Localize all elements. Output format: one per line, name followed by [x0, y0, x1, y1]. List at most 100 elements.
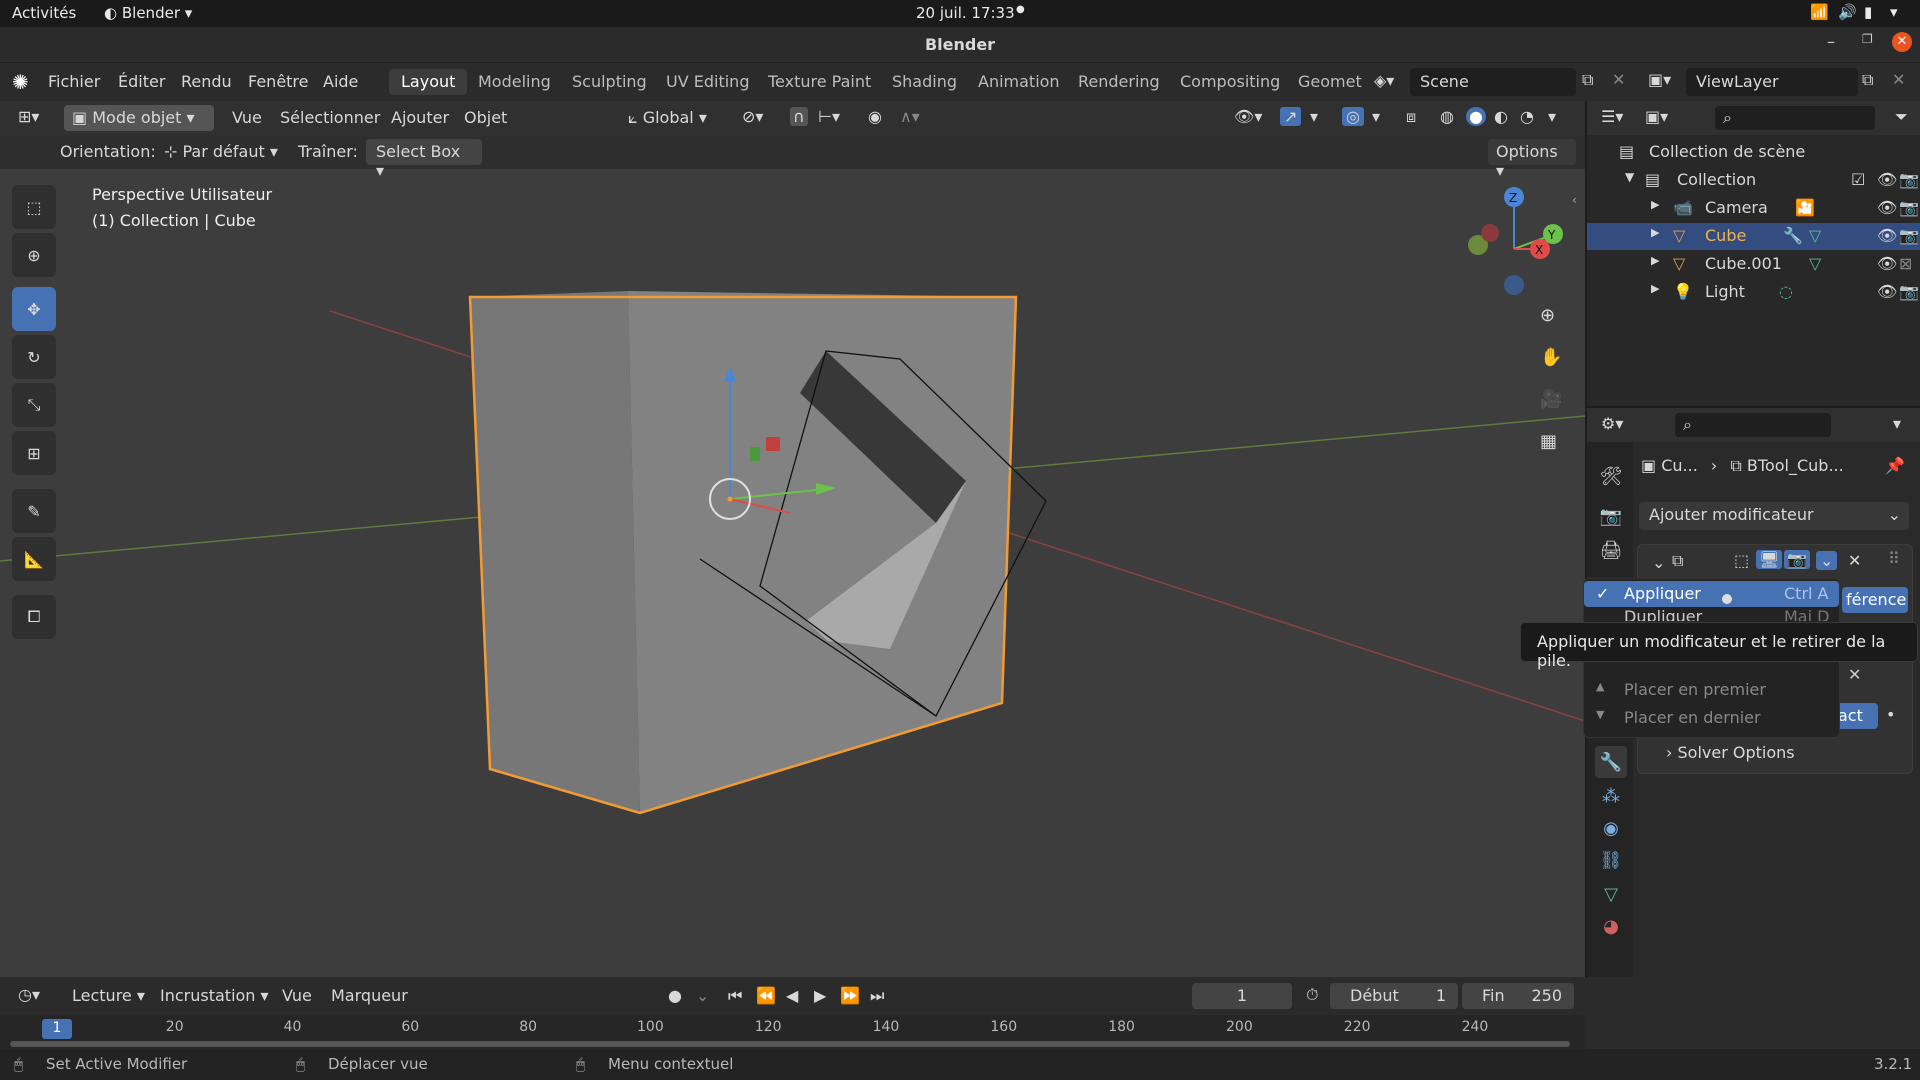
outliner-item-light[interactable]: ▶ 💡 Light ◌ 👁 📷 [1587, 279, 1920, 306]
tab-data[interactable]: ▽ [1595, 878, 1627, 910]
camera-data-icon[interactable]: 🎦 [1795, 198, 1815, 217]
activities-button[interactable]: Activités [12, 4, 76, 22]
expand-arrow-icon[interactable]: ▶ [1651, 254, 1659, 267]
play-reverse-icon[interactable]: ◀ [786, 986, 798, 1005]
eye-icon[interactable]: 👁 [1877, 254, 1897, 273]
ortho-grid-icon[interactable]: ▦ [1540, 431, 1557, 452]
timeline-editor-icon[interactable]: ◷▾ [18, 985, 40, 1004]
render-toggle-icon[interactable]: 📷 [1784, 550, 1810, 569]
tab-material[interactable]: ◕ [1595, 910, 1627, 942]
minimize-icon[interactable]: – [1827, 32, 1835, 51]
menu-item-duplicate[interactable]: Dupliquer Maj D [1584, 607, 1839, 621]
scene-field[interactable]: Scene [1410, 68, 1576, 96]
eye-icon[interactable]: 👁 [1877, 198, 1897, 217]
exclude-checkbox[interactable]: ☑ [1851, 170, 1865, 189]
clock[interactable]: 20 juil. 17:33 [916, 4, 1015, 22]
mesh-data-icon[interactable]: ▽ [1809, 254, 1821, 273]
menu-timeline-vue[interactable]: Vue [282, 986, 312, 1005]
view-layer-field[interactable]: ViewLayer [1686, 68, 1858, 96]
add-modifier-dropdown[interactable]: Ajouter modificateur ⌄ [1639, 502, 1909, 530]
app-menu[interactable]: ◐ Blender ▾ [104, 4, 192, 22]
scene-icon[interactable]: ◈▾ [1374, 71, 1394, 90]
playhead[interactable]: 1 [42, 1019, 72, 1039]
system-menu-icon[interactable]: ▾ [1890, 3, 1898, 21]
blender-logo-icon[interactable]: ✺ [12, 70, 29, 94]
render-camera-icon[interactable]: 📷 [1899, 282, 1919, 301]
tab-sculpting[interactable]: Sculpting [560, 69, 659, 95]
volume-icon[interactable]: 🔊 [1838, 3, 1857, 21]
display-mode-icon[interactable]: ▣▾ [1645, 107, 1668, 126]
menu-rendu[interactable]: Rendu [181, 72, 232, 91]
collapse-arrow-icon[interactable]: ▼ [1625, 170, 1634, 184]
select-box-tool[interactable]: ⬚ [12, 185, 56, 229]
remove-modifier-icon[interactable]: ✕ [1848, 551, 1861, 570]
outliner-item-cube[interactable]: ▶ ▽ Cube 🔧 ▽ 👁 📷 [1587, 223, 1920, 250]
tab-modifiers[interactable]: 🔧 [1595, 746, 1627, 778]
tab-shading[interactable]: Shading [880, 69, 969, 95]
tab-physics[interactable]: ◉ [1595, 812, 1627, 844]
menu-editer[interactable]: Éditer [118, 72, 165, 91]
properties-options-icon[interactable]: ▾ [1893, 414, 1901, 433]
end-frame-field[interactable]: Fin 250 [1462, 983, 1574, 1009]
tab-particles[interactable]: ⁂ [1595, 780, 1627, 812]
rotate-tool[interactable]: ↻ [12, 335, 56, 379]
menu-fenetre[interactable]: Fenêtre [248, 72, 309, 91]
tab-layout[interactable]: Layout [389, 69, 468, 95]
start-frame-field[interactable]: Début 1 [1330, 983, 1458, 1009]
tab-tool[interactable]: 🛠 [1595, 460, 1627, 492]
prev-keyframe-icon[interactable]: ⏪ [756, 986, 776, 1005]
drag-handle-icon[interactable]: ⠿ [1888, 549, 1900, 568]
render-disabled-icon[interactable]: ⊠ [1899, 254, 1912, 273]
menu-lecture[interactable]: Lecture ▾ [72, 986, 145, 1005]
tab-geometry-nodes[interactable]: Geomet [1286, 69, 1374, 95]
light-data-icon[interactable]: ◌ [1779, 282, 1793, 301]
delete-scene-icon[interactable]: ✕ [1612, 70, 1625, 89]
solver-keyframe-dot[interactable]: • [1886, 705, 1895, 724]
expand-arrow-icon[interactable]: ▶ [1651, 282, 1659, 295]
outliner-collection[interactable]: ▼ ▤ Collection ☑ 👁 📷 [1587, 167, 1920, 194]
outliner-editor-icon[interactable]: ☰▾ [1601, 107, 1623, 126]
timeline-ruler[interactable]: 1 20 40 60 80 100 120 140 160 180 200 220 240 [0, 1015, 1585, 1049]
stopwatch-icon[interactable]: ⏱ [1306, 985, 1318, 1005]
close-window-icon[interactable]: ✕ [1892, 32, 1912, 52]
modifier-wrench-icon[interactable]: 🔧 [1783, 226, 1803, 245]
outliner-search-input[interactable]: ⌕ [1715, 106, 1875, 130]
expand-arrow-icon[interactable]: ▶ [1651, 198, 1659, 211]
transform-tool[interactable]: ⊞ [12, 431, 56, 475]
modifier-menu-icon[interactable]: ⌄ [1816, 551, 1838, 570]
filter-icon[interactable]: ⏷ [1895, 107, 1908, 127]
menu-item-apply[interactable]: ✓ Appliquer Ctrl A [1584, 581, 1839, 607]
jump-end-icon[interactable]: ⏭ [870, 986, 884, 1006]
keying-dropdown-icon[interactable]: ⌄ [696, 986, 709, 1005]
wifi-icon[interactable]: 📶 [1810, 3, 1829, 21]
tab-output[interactable]: 🖨 [1595, 534, 1627, 566]
view-layer-icon[interactable]: ▣▾ [1648, 70, 1671, 89]
current-frame-field[interactable]: 1 [1192, 983, 1292, 1009]
outliner-item-camera[interactable]: ▶ 📹 Camera 🎦 👁 📷 [1587, 195, 1920, 222]
tab-rendering[interactable]: Rendering [1066, 69, 1172, 95]
tab-uv-editing[interactable]: UV Editing [654, 69, 761, 95]
tab-animation[interactable]: Animation [966, 69, 1072, 95]
tab-compositing[interactable]: Compositing [1168, 69, 1292, 95]
outliner-scene-collection[interactable]: ▤ Collection de scène [1587, 139, 1920, 166]
menu-incrustation[interactable]: Incrustation ▾ [160, 986, 269, 1005]
tab-modeling[interactable]: Modeling [466, 69, 563, 95]
menu-close-icon[interactable]: ✕ [1848, 665, 1861, 684]
annotate-tool[interactable]: ✎ [12, 489, 56, 533]
pan-hand-icon[interactable]: ✋ [1540, 347, 1562, 368]
next-keyframe-icon[interactable]: ⏩ [840, 986, 860, 1005]
expand-arrow-icon[interactable]: ▶ [1651, 226, 1659, 239]
record-icon[interactable]: ● [668, 986, 682, 1005]
solver-exact-button[interactable]: act [1834, 703, 1878, 729]
render-camera-icon[interactable]: 📷 [1899, 170, 1919, 189]
camera-view-icon[interactable]: 🎥 [1540, 389, 1562, 410]
properties-search-input[interactable]: ⌕ [1675, 413, 1831, 437]
pin-icon[interactable]: 📌 [1885, 456, 1905, 475]
solver-options-subpanel[interactable]: › Solver Options [1666, 743, 1795, 762]
play-icon[interactable]: ▶ [814, 986, 826, 1005]
menu-marqueur[interactable]: Marqueur [331, 986, 408, 1005]
viewport-3d[interactable]: ⊞▾ ▣ Mode objet ▾ Vue Sélectionner Ajout… [0, 101, 1585, 977]
menu-item-move-last[interactable]: ▼ Placer en dernier [1584, 705, 1839, 731]
measure-tool[interactable]: 📐 [12, 537, 56, 581]
edit-mode-toggle-icon[interactable]: ⬚ [1734, 551, 1749, 570]
